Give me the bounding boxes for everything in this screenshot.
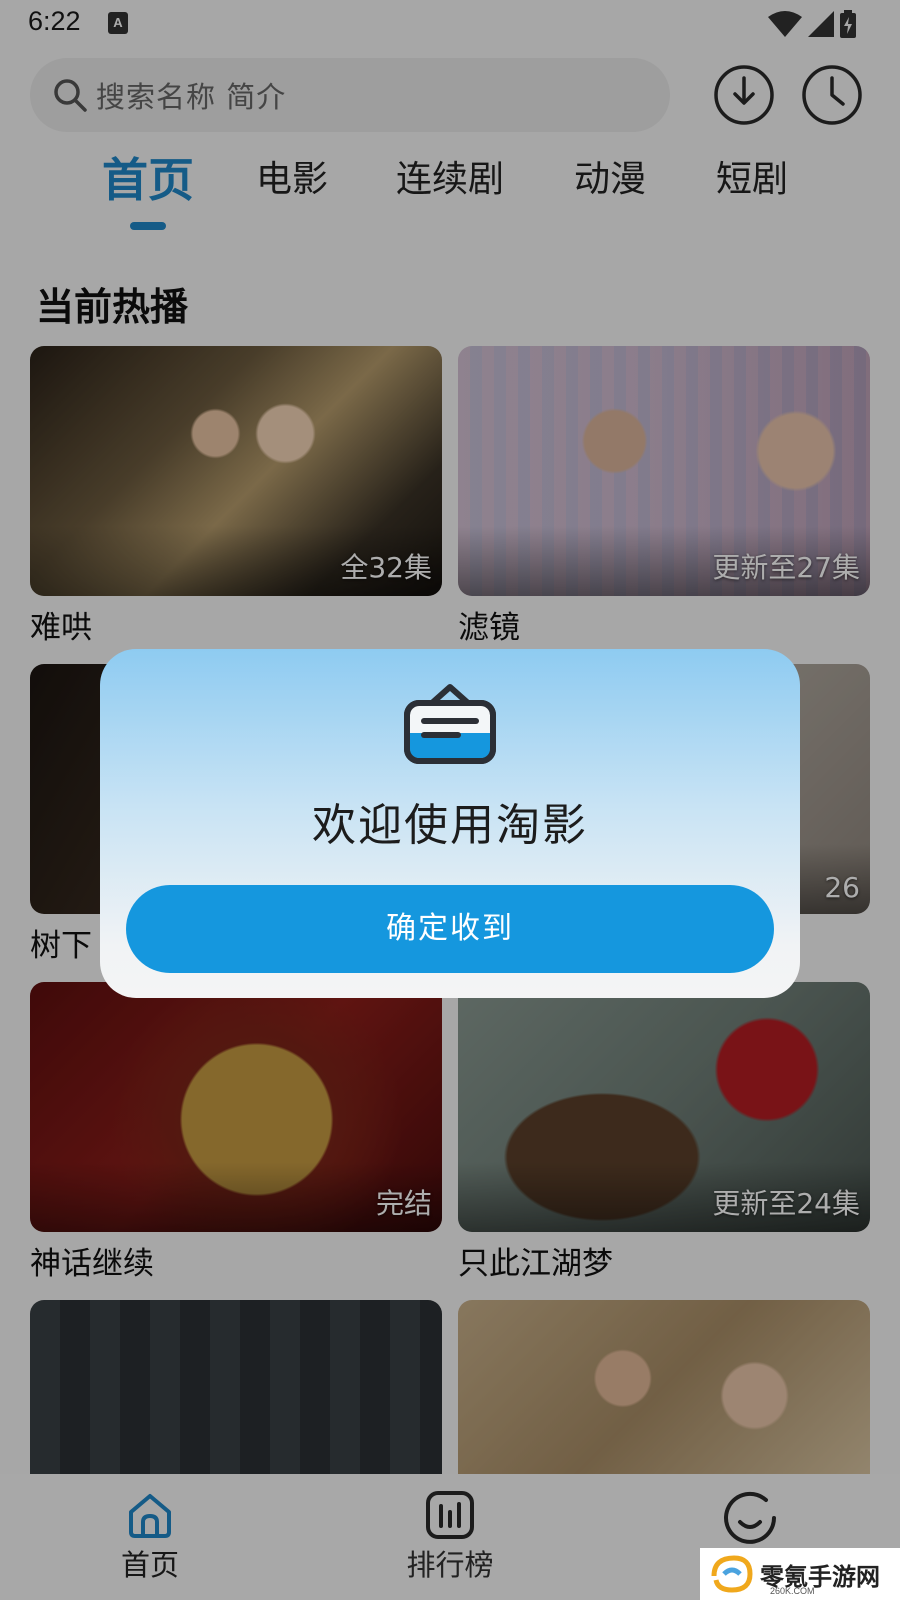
watermark-sub: 260K.COM xyxy=(770,1586,815,1596)
confirm-button[interactable]: 确定收到 xyxy=(126,885,774,973)
dialog-title: 欢迎使用淘影 xyxy=(312,800,588,851)
watermark-logo-icon xyxy=(711,1555,753,1593)
announcement-board-icon xyxy=(404,684,496,764)
welcome-dialog: 欢迎使用淘影 确定收到 xyxy=(100,649,800,998)
site-watermark: 零氪手游网 260K.COM xyxy=(700,1548,900,1600)
